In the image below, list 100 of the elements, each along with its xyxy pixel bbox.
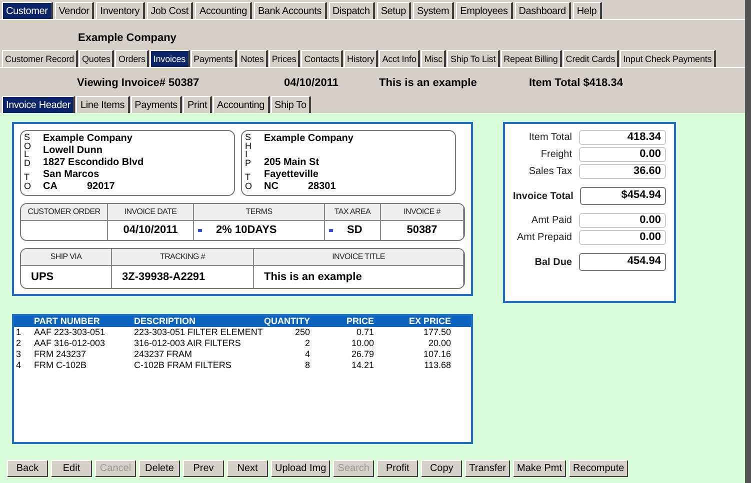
field-value[interactable]: 2% 10DAYS — [194, 221, 325, 240]
table-cell-text: 4 — [304, 349, 310, 360]
dropdown-icon — [329, 229, 333, 232]
column-header: DESCRIPTION — [134, 316, 197, 327]
action-button[interactable]: Profit — [377, 460, 418, 477]
menu-tab[interactable]: Dispatch — [328, 2, 375, 19]
action-button[interactable]: Delete — [139, 460, 180, 477]
field-value[interactable]: This is an example — [254, 266, 464, 288]
record-tab[interactable]: Credit Cards — [562, 50, 620, 67]
table-cell-text: 10.00 — [350, 338, 374, 349]
table-cell-text: 3 — [15, 349, 22, 360]
field-value[interactable]: 3Z-39938-A2291 — [112, 266, 254, 288]
table-cell-text: 8 — [304, 360, 310, 371]
menu-tab[interactable]: Setup — [376, 2, 411, 19]
address-street: 205 Main St — [264, 157, 320, 169]
record-tab[interactable]: Input Check Payments — [620, 50, 716, 67]
table-cell-text: FRM C-102B — [34, 360, 88, 371]
record-tab[interactable]: Invoices — [150, 50, 190, 67]
column-header: PRICE — [345, 316, 374, 327]
column-header: PART NUMBER — [34, 316, 101, 327]
record-tab[interactable]: Repeat Billing — [500, 50, 562, 67]
field-value[interactable]: 50387 — [381, 221, 464, 240]
column-header: QUANTITY — [264, 316, 310, 327]
total-label: Sales Tax — [528, 166, 572, 177]
record-tab[interactable]: Ship To List — [447, 50, 500, 67]
record-tab[interactable]: Orders — [115, 50, 150, 67]
table-cell-text: 2 — [304, 338, 310, 349]
action-button[interactable]: Recompute — [569, 460, 628, 477]
table-cell-text: 177.50 — [422, 327, 451, 338]
total-field[interactable]: 418.34 — [579, 130, 666, 145]
action-button[interactable]: Transfer — [465, 460, 510, 477]
record-tab[interactable]: Quotes — [79, 50, 114, 67]
section-tab[interactable]: Accounting — [213, 96, 270, 113]
menu-tab[interactable]: Bank Accounts — [254, 2, 327, 19]
menu-tab[interactable]: Vendor — [54, 2, 94, 19]
address-state: CA — [43, 181, 58, 193]
total-field[interactable]: 454.94 — [579, 253, 666, 271]
section-tab[interactable]: Invoice Header — [2, 96, 76, 113]
field-value[interactable]: UPS — [21, 266, 112, 288]
total-field[interactable]: 0.00 — [579, 213, 666, 228]
address-name: Example Company — [264, 133, 354, 145]
total-field[interactable]: $454.94 — [580, 187, 666, 205]
total-label: Amt Prepaid — [516, 232, 572, 243]
menu-tab[interactable]: Job Cost — [146, 2, 194, 19]
record-tab[interactable]: Customer Record — [2, 50, 78, 67]
table-cell-text: 0.71 — [355, 327, 374, 338]
action-button[interactable]: Prev — [183, 460, 224, 477]
address-contact: Lowell Dunn — [43, 145, 104, 157]
invoice-date-label: 04/10/2011 — [284, 77, 340, 89]
menu-tab[interactable]: Inventory — [96, 2, 145, 19]
action-button[interactable]: Copy — [421, 460, 462, 477]
action-button[interactable]: Next — [227, 460, 268, 477]
record-tab[interactable]: Contacts — [301, 50, 343, 67]
menu-tab[interactable]: System — [412, 2, 454, 19]
field-value[interactable]: 04/10/2011 — [108, 221, 194, 240]
section-tab[interactable]: Ship To — [270, 96, 312, 113]
table-cell-text: 4 — [15, 360, 22, 371]
menu-tab[interactable]: Dashboard — [514, 2, 571, 19]
record-tab[interactable]: Payments — [190, 50, 237, 67]
item-total-label: Item Total $418.34 — [529, 77, 623, 89]
total-field[interactable]: 0.00 — [579, 230, 666, 245]
address-zip: 92017 — [87, 181, 115, 192]
dropdown-icon — [198, 229, 202, 232]
action-button[interactable]: Make Pmt — [513, 460, 566, 477]
menu-tab[interactable]: Customer — [2, 2, 53, 19]
action-button[interactable]: Edit — [51, 460, 92, 477]
total-label: Freight — [540, 149, 572, 160]
section-tab[interactable]: Payments — [130, 96, 182, 113]
column-header: INVOICE TITLE — [254, 249, 464, 266]
column-header: INVOICE # — [381, 204, 464, 221]
table-cell: 223-303-051 FILTER ELEMENT — [134, 327, 264, 338]
action-button[interactable]: Upload Img — [271, 460, 330, 477]
table-cell-text: AAF 223-303-051 — [34, 327, 106, 338]
field-value[interactable]: SD — [325, 221, 381, 240]
address-city: San Marcos — [43, 169, 100, 181]
column-header: TAX AREA — [325, 204, 381, 221]
company-name: Example Company — [78, 32, 178, 44]
section-tab[interactable]: Line Items — [76, 96, 130, 113]
record-tab[interactable]: History — [344, 50, 378, 67]
total-field[interactable]: 36.60 — [579, 164, 666, 179]
address-street: 1827 Escondido Blvd — [43, 157, 144, 169]
record-tab[interactable]: Misc — [421, 50, 446, 67]
table-cell-text: 250 — [294, 327, 310, 338]
total-field[interactable]: 0.00 — [579, 147, 666, 162]
viewing-invoice-label: Viewing Invoice# 50387 — [77, 77, 200, 89]
table-cell-text: FRM 243237 — [34, 349, 88, 360]
table-cell-text: 1 — [15, 327, 22, 338]
address-state: NC — [264, 181, 280, 193]
record-tab[interactable]: Notes — [238, 50, 268, 67]
record-tab[interactable]: Prices — [268, 50, 300, 67]
menu-tab[interactable]: Help — [572, 2, 602, 19]
menu-tab[interactable]: Employees — [456, 2, 513, 19]
record-tab[interactable]: Acct Info — [379, 50, 420, 67]
action-button[interactable]: Back — [7, 460, 48, 477]
section-tab[interactable]: Print — [183, 96, 212, 113]
column-header: EX PRICE — [408, 316, 451, 327]
menu-tab[interactable]: Accounting — [195, 2, 252, 19]
column-header: TRACKING # — [112, 249, 254, 266]
column-header: INVOICE DATE — [108, 204, 194, 221]
table-cell-text: 243237 FRAM — [134, 349, 194, 360]
